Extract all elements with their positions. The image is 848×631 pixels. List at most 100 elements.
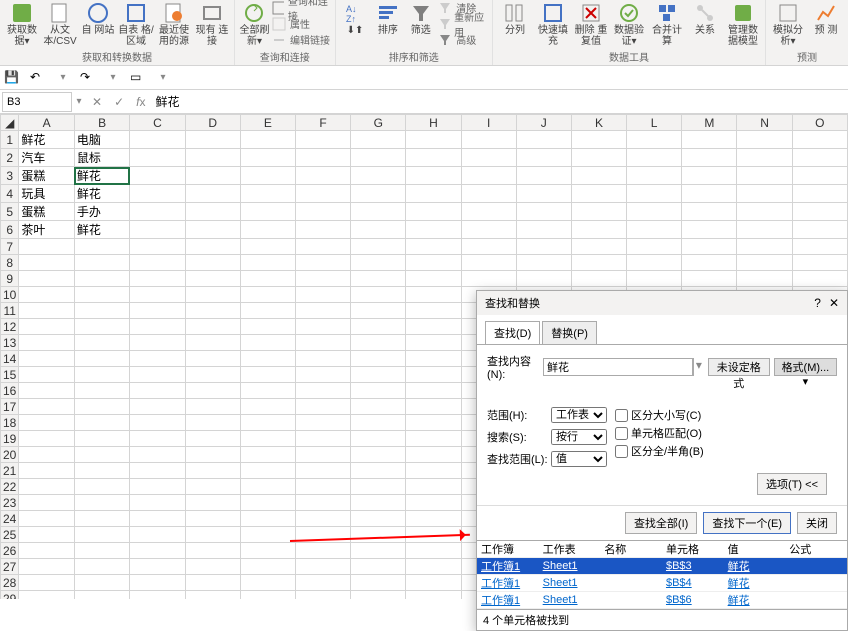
cell[interactable] (74, 591, 130, 600)
cell[interactable] (185, 463, 240, 479)
enter-icon[interactable]: ✓ (114, 95, 124, 109)
cell[interactable] (185, 185, 240, 203)
cell[interactable] (461, 167, 516, 185)
cell[interactable] (185, 239, 240, 255)
cell[interactable] (406, 239, 461, 255)
cell[interactable] (406, 431, 461, 447)
cell[interactable] (19, 287, 75, 303)
cell[interactable] (516, 131, 571, 149)
cell[interactable] (737, 221, 792, 239)
cell[interactable] (240, 239, 295, 255)
cell[interactable] (130, 287, 185, 303)
cell[interactable] (461, 185, 516, 203)
within-select[interactable]: 工作表 (551, 407, 607, 423)
cell[interactable] (295, 559, 350, 575)
cell[interactable]: 玩具 (19, 185, 75, 203)
row-header[interactable]: 17 (1, 399, 19, 415)
qat-item[interactable]: ▭ (130, 70, 146, 86)
cell[interactable] (792, 149, 847, 167)
cell[interactable] (19, 447, 75, 463)
cell[interactable] (571, 185, 626, 203)
cell[interactable] (406, 367, 461, 383)
cell[interactable] (351, 591, 406, 600)
cell[interactable] (185, 559, 240, 575)
row-header[interactable]: 4 (1, 185, 19, 203)
cell[interactable] (792, 203, 847, 221)
cell[interactable] (295, 415, 350, 431)
cell[interactable] (130, 255, 185, 271)
cell[interactable] (682, 239, 737, 255)
cell[interactable] (295, 319, 350, 335)
manage-data-model-button[interactable]: 管理数 据模型 (725, 0, 761, 47)
match-entire-cell-checkbox[interactable]: 单元格匹配(O) (615, 425, 704, 441)
existing-connections-button[interactable]: 现有 连接 (194, 0, 230, 47)
cell[interactable] (74, 399, 130, 415)
cell[interactable] (74, 575, 130, 591)
cell[interactable] (351, 543, 406, 559)
find-history-dropdown[interactable]: ▾ (693, 358, 704, 376)
row-header[interactable]: 10 (1, 287, 19, 303)
cell[interactable] (295, 149, 350, 167)
cell[interactable] (571, 149, 626, 167)
cell[interactable] (240, 575, 295, 591)
cell[interactable] (406, 463, 461, 479)
cell[interactable] (351, 185, 406, 203)
cell[interactable] (295, 367, 350, 383)
cell[interactable] (295, 591, 350, 600)
cell[interactable] (406, 185, 461, 203)
save-icon[interactable]: 💾 (4, 70, 20, 86)
close-icon[interactable]: ✕ (829, 296, 839, 310)
cell[interactable] (240, 351, 295, 367)
cell[interactable] (406, 495, 461, 511)
cell[interactable] (295, 271, 350, 287)
cell[interactable] (74, 479, 130, 495)
cell[interactable] (737, 271, 792, 287)
result-row[interactable]: 工作簿1Sheet1$B$6鲜花 (477, 592, 847, 609)
cell[interactable] (240, 255, 295, 271)
cell[interactable] (240, 287, 295, 303)
cell[interactable] (240, 167, 295, 185)
cell[interactable] (185, 351, 240, 367)
cell[interactable] (461, 239, 516, 255)
cell[interactable] (185, 479, 240, 495)
cell[interactable] (516, 255, 571, 271)
cell[interactable] (682, 271, 737, 287)
cell[interactable] (682, 255, 737, 271)
search-select[interactable]: 按行 (551, 429, 607, 445)
cell[interactable] (295, 255, 350, 271)
cell[interactable] (571, 167, 626, 185)
cell[interactable] (240, 479, 295, 495)
row-header[interactable]: 25 (1, 527, 19, 543)
find-what-input[interactable] (543, 358, 693, 376)
cell[interactable] (130, 479, 185, 495)
cell[interactable] (351, 255, 406, 271)
cell[interactable] (682, 149, 737, 167)
cell[interactable] (19, 255, 75, 271)
cell[interactable] (351, 495, 406, 511)
row-header[interactable]: 6 (1, 221, 19, 239)
column-header[interactable]: K (571, 115, 626, 131)
column-header[interactable]: N (737, 115, 792, 131)
results-header[interactable]: 公式 (785, 541, 847, 558)
cell[interactable] (406, 511, 461, 527)
cell[interactable] (406, 559, 461, 575)
cell[interactable] (627, 131, 682, 149)
cell[interactable] (792, 221, 847, 239)
cell[interactable] (627, 271, 682, 287)
results-header[interactable]: 工作簿 (477, 541, 539, 558)
row-header[interactable]: 27 (1, 559, 19, 575)
what-if-analysis-button[interactable]: 模拟分 析▾ (770, 0, 806, 47)
cell[interactable] (295, 335, 350, 351)
cell[interactable]: 鲜花 (74, 221, 130, 239)
cell[interactable] (737, 255, 792, 271)
row-header[interactable]: 15 (1, 367, 19, 383)
cell[interactable] (406, 415, 461, 431)
cell[interactable] (185, 221, 240, 239)
get-data-button[interactable]: 获取数 据▾ (4, 0, 40, 47)
cell[interactable] (351, 131, 406, 149)
cell[interactable] (240, 463, 295, 479)
cell[interactable] (792, 255, 847, 271)
cell[interactable] (74, 383, 130, 399)
row-header[interactable]: 5 (1, 203, 19, 221)
cell[interactable] (185, 543, 240, 559)
